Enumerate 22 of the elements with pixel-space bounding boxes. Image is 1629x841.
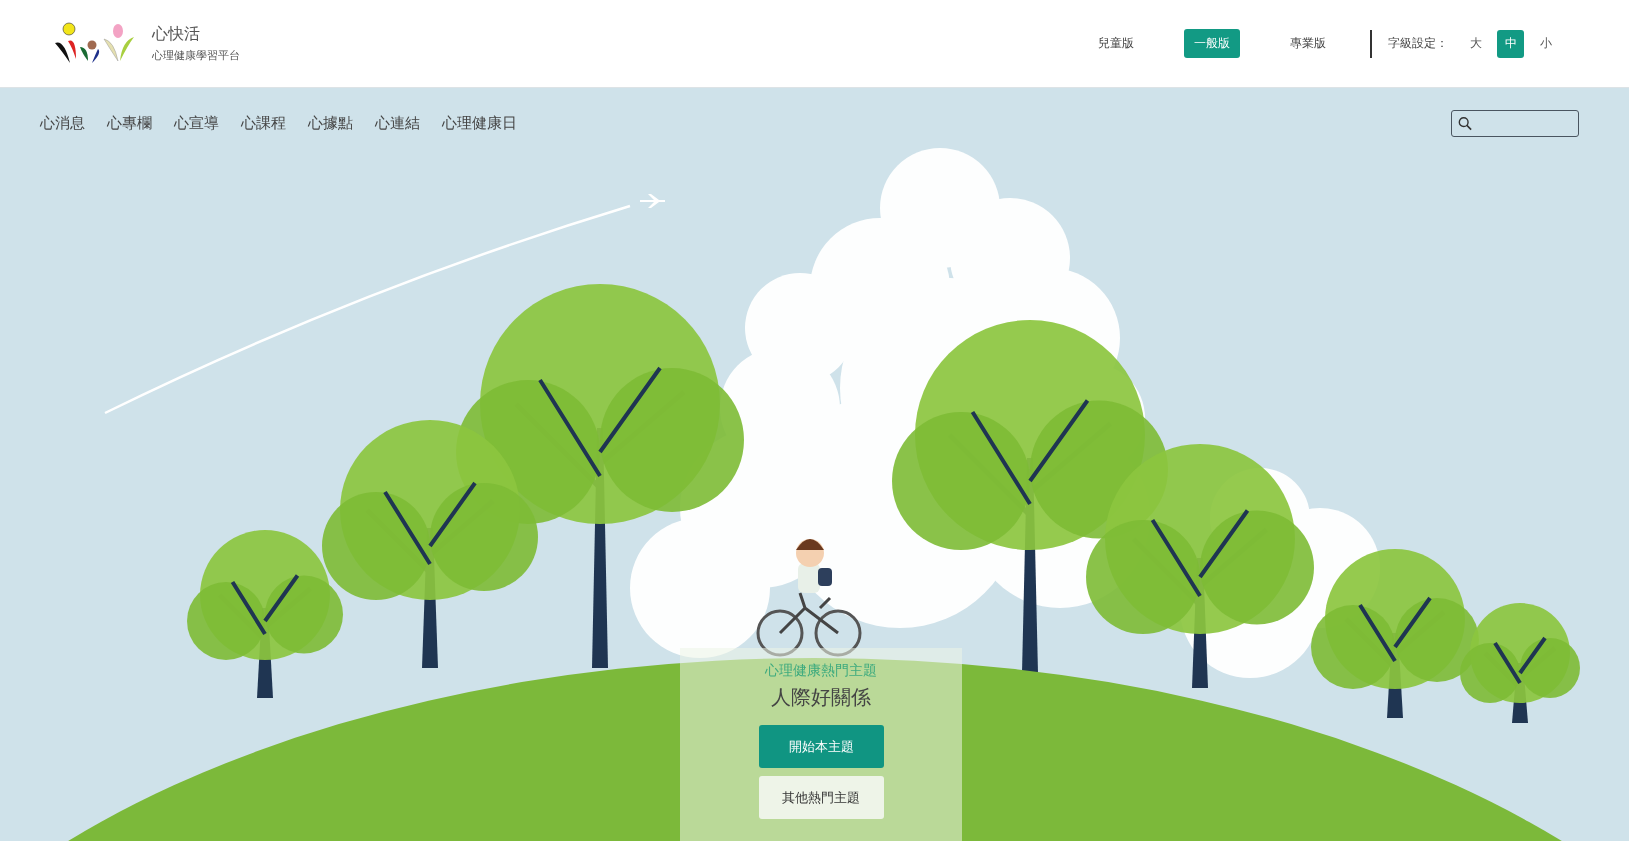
search-icon — [1458, 116, 1472, 131]
version-tab[interactable]: 兒童版 — [1088, 29, 1144, 58]
nav-link[interactable]: 心宣導 — [174, 114, 219, 133]
more-topics-button[interactable]: 其他熱門主題 — [758, 776, 884, 819]
site-subtitle: 心理健康學習平台 — [152, 48, 240, 63]
topic-title: 人際好關係 — [771, 684, 871, 711]
version-tab[interactable]: 專業版 — [1280, 29, 1336, 58]
nav-link[interactable]: 心理健康日 — [442, 114, 517, 133]
nav-link[interactable]: 心連結 — [375, 114, 420, 133]
version-tab[interactable]: 一般版 — [1184, 29, 1240, 58]
topic-kicker: 心理健康熱門主題 — [765, 662, 877, 680]
nav-link[interactable]: 心專欄 — [107, 114, 152, 133]
nav-link[interactable]: 心課程 — [241, 114, 286, 133]
font-size-option[interactable]: 中 — [1497, 29, 1524, 58]
nav-link[interactable]: 心據點 — [308, 114, 353, 133]
font-size-option[interactable]: 小 — [1532, 29, 1559, 58]
font-size-label: 字級設定： — [1388, 35, 1448, 52]
site-title: 心快活 — [152, 24, 201, 45]
font-size-option[interactable]: 大 — [1462, 29, 1489, 58]
start-topic-button[interactable]: 開始本主題 — [758, 725, 884, 768]
search-field[interactable] — [1451, 110, 1579, 137]
nav-link[interactable]: 心消息 — [40, 114, 85, 133]
